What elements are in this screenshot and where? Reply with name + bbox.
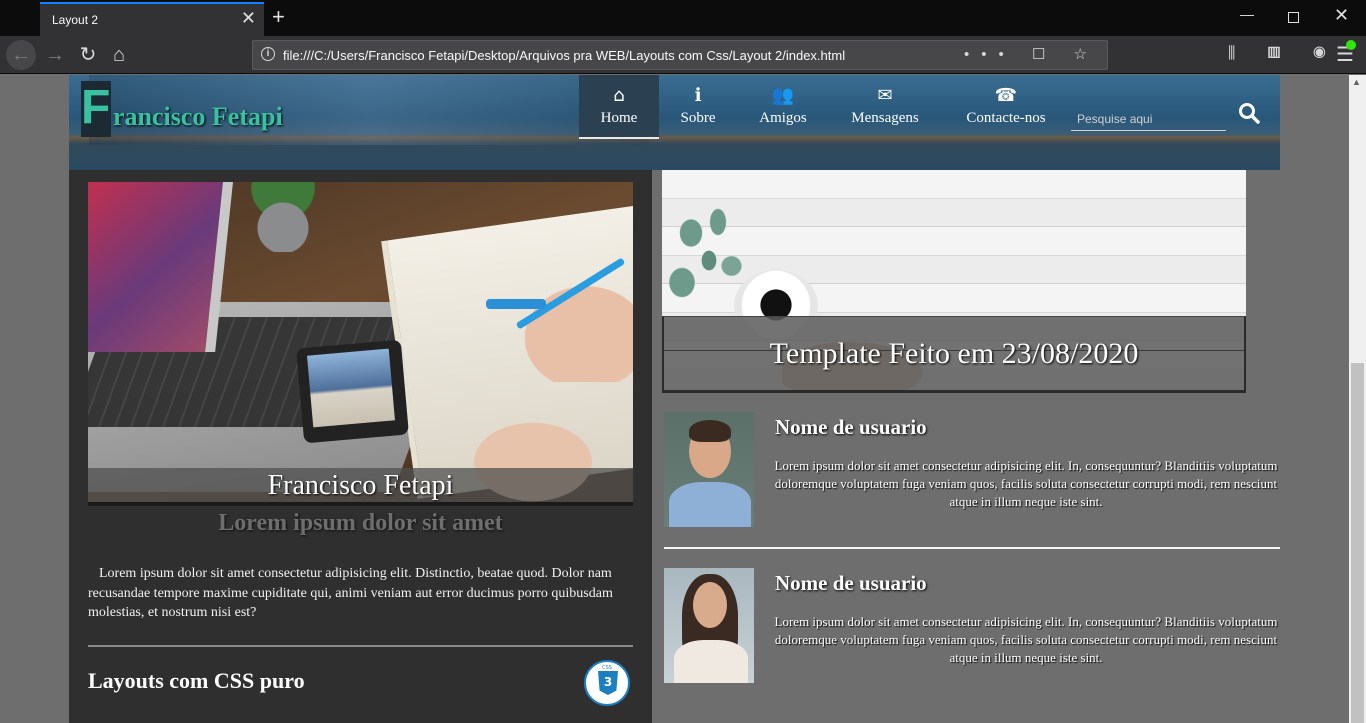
menu-label: Sobre bbox=[680, 110, 716, 126]
user-card: Nome de usuario Lorem ipsum dolor sit am… bbox=[664, 568, 1280, 686]
home-icon: ⌂ bbox=[613, 85, 625, 106]
envelope-icon: ✉ bbox=[877, 85, 893, 106]
template-banner: Template Feito em 23/08/2020 bbox=[662, 170, 1246, 393]
minimize-button[interactable]: — bbox=[1240, 6, 1254, 22]
menu-item-home[interactable]: ⌂ Home bbox=[579, 75, 659, 139]
home-button[interactable]: ⌂ bbox=[104, 40, 134, 70]
user-card: Nome de usuario Lorem ipsum dolor sit am… bbox=[664, 412, 1280, 530]
menu-label: Contacte-nos bbox=[966, 110, 1046, 126]
user-avatar bbox=[664, 412, 754, 527]
card-footer-title: Layouts com CSS puro bbox=[88, 668, 305, 693]
divider bbox=[88, 645, 633, 647]
menu-item-amigos[interactable]: 👥 Amigos bbox=[739, 75, 827, 139]
card-body-text: Lorem ipsum dolor sit amet consectetur a… bbox=[88, 566, 613, 620]
info-icon[interactable]: i bbox=[261, 47, 275, 61]
new-tab-button[interactable]: + bbox=[272, 4, 285, 30]
maximize-button[interactable] bbox=[1288, 12, 1299, 23]
tab-title: Layout 2 bbox=[52, 13, 99, 27]
menu-item-contacte-nos[interactable]: ☎ Contacte-nos bbox=[949, 75, 1063, 139]
page-actions-icons[interactable]: ••• ☐ ☆ bbox=[964, 45, 1099, 63]
user-name: Nome de usuario bbox=[775, 415, 927, 439]
pen-shape bbox=[486, 299, 546, 309]
search-icon[interactable] bbox=[1237, 101, 1261, 125]
toolbar-icons[interactable]: ⫼ ▥ ◉ bbox=[1228, 45, 1340, 63]
user-name: Nome de usuario bbox=[775, 571, 927, 595]
menu-label: Amigos bbox=[759, 110, 807, 126]
avatar-body-shape bbox=[674, 640, 748, 683]
menu-label: Home bbox=[600, 110, 638, 126]
info-icon: ℹ bbox=[694, 85, 702, 106]
css3-logo-icon: CSS 3 bbox=[584, 660, 630, 706]
page-viewport: F rancisco Fetapi ⌂ Home ℹ Sobre 👥 Amigo… bbox=[0, 75, 1349, 723]
phone-icon: ☎ bbox=[994, 85, 1018, 106]
hamburger-menu-icon[interactable]: ☰ bbox=[1336, 40, 1356, 67]
user-bio: Lorem ipsum dolor sit amet consectetur a… bbox=[774, 614, 1278, 665]
css3-logo-text: CSS bbox=[602, 665, 612, 671]
profile-card: Francisco Fetapi Lorem ipsum dolor sit a… bbox=[69, 170, 652, 723]
browser-tab[interactable]: Layout 2 ✕ bbox=[40, 2, 264, 36]
card-title: Lorem ipsum dolor sit amet bbox=[218, 510, 503, 536]
users-icon: 👥 bbox=[771, 85, 795, 106]
site-header: F rancisco Fetapi ⌂ Home ℹ Sobre 👥 Amigo… bbox=[69, 75, 1280, 170]
search-input[interactable] bbox=[1071, 107, 1226, 131]
menu-item-sobre[interactable]: ℹ Sobre bbox=[659, 75, 737, 139]
close-window-button[interactable]: ✕ bbox=[1334, 5, 1349, 26]
css3-shield-icon: 3 bbox=[598, 671, 618, 695]
user-avatar bbox=[664, 568, 754, 683]
tab-close-icon[interactable]: ✕ bbox=[241, 9, 256, 27]
logo-letter[interactable]: F bbox=[81, 80, 110, 136]
hero-caption: Francisco Fetapi bbox=[88, 468, 633, 502]
user-bio: Lorem ipsum dolor sit amet consectetur a… bbox=[774, 458, 1278, 509]
hero-image: Francisco Fetapi bbox=[88, 182, 633, 506]
reload-button[interactable]: ↻ bbox=[73, 40, 103, 70]
menu-item-mensagens[interactable]: ✉ Mensagens bbox=[835, 75, 935, 139]
menu-label: Mensagens bbox=[851, 110, 919, 126]
back-button[interactable]: ← bbox=[6, 40, 36, 70]
page-scrollbar[interactable]: ▲ bbox=[1349, 75, 1366, 723]
browser-navbar: ← → ↻ ⌂ i file:///C:/Users/Francisco Fet… bbox=[0, 36, 1366, 74]
scroll-up-icon[interactable]: ▲ bbox=[1352, 77, 1361, 87]
laptop-screen-shape bbox=[88, 182, 233, 352]
divider bbox=[664, 547, 1280, 549]
avatar-face-shape bbox=[693, 582, 727, 628]
url-text[interactable]: file:///C:/Users/Francisco Fetapi/Deskto… bbox=[283, 48, 845, 63]
avatar-body-shape bbox=[669, 482, 751, 527]
browser-titlebar: Layout 2 ✕ + — ✕ bbox=[0, 0, 1366, 36]
plant-shape bbox=[238, 182, 328, 252]
phone-screen-shape bbox=[307, 348, 395, 428]
banner-caption-box: Template Feito em 23/08/2020 bbox=[662, 316, 1246, 393]
url-bar[interactable]: i file:///C:/Users/Francisco Fetapi/Desk… bbox=[252, 40, 1108, 70]
forward-button[interactable]: → bbox=[40, 40, 70, 70]
avatar-hair-shape bbox=[689, 420, 731, 442]
update-badge-icon bbox=[1346, 40, 1356, 50]
scroll-thumb[interactable] bbox=[1351, 363, 1364, 723]
logo-text[interactable]: rancisco Fetapi bbox=[113, 102, 283, 132]
banner-caption: Template Feito em 23/08/2020 bbox=[769, 337, 1139, 370]
